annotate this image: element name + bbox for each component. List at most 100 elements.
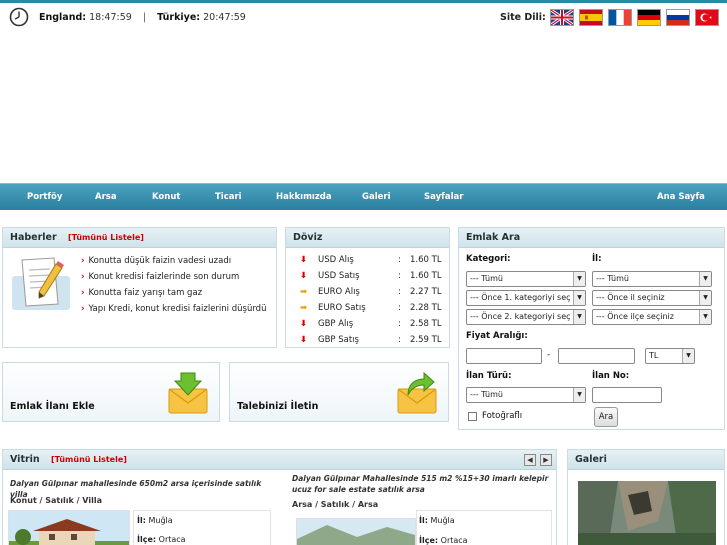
category-select-value: --- Tümü (470, 274, 503, 283)
turkey-flag-icon[interactable] (695, 9, 719, 26)
nav-hakkimizda[interactable]: Hakkımızda (276, 192, 332, 202)
city-select[interactable]: --- Tümü ▼ (592, 271, 712, 287)
currency-value: 2.58 TL (410, 319, 442, 329)
news-header: Haberler [Tümünü Listele] (3, 228, 276, 248)
uk-flag-icon[interactable] (550, 9, 574, 26)
germany-flag-icon[interactable] (637, 9, 661, 26)
send-request-title: Talebinizi İletin (237, 401, 319, 412)
with-photo-label: Fotoğraflı (482, 411, 523, 421)
district-field-value: Ortaca (158, 535, 186, 544)
city-label: İl: (592, 254, 602, 264)
nav-portfoy[interactable]: Portföy (27, 192, 62, 202)
subcategory1-select[interactable]: --- Önce 1. kategoriyi seç ▼ (466, 290, 586, 306)
showcase-header: Vitrin [Tümünü Listele] (3, 450, 556, 470)
france-flag-icon[interactable] (608, 9, 632, 26)
currency-name: EURO Alış (318, 287, 360, 297)
price-range-dash: - (547, 350, 551, 360)
currency-row: ⬇ USD Alış:1.60 TL (286, 252, 476, 268)
showcase-list-all-link[interactable]: [Tümünü Listele] (51, 455, 127, 464)
news-item[interactable]: Konutta faiz yarışı tam gaz (81, 285, 266, 301)
showcase-item-city: İl: Muğla (419, 516, 455, 525)
currency-value: 1.60 TL (410, 271, 442, 281)
nav-sayfalar[interactable]: Sayfalar (424, 192, 463, 202)
nav-galeri[interactable]: Galeri (362, 192, 391, 202)
news-item[interactable]: Konutta düşük faizin vadesi uzadı (81, 253, 266, 269)
currency-value: 2.28 TL (410, 303, 442, 313)
news-title: Haberler (10, 232, 57, 243)
chevron-down-icon: ▼ (699, 310, 711, 324)
showcase-item-category: Arsa / Satılık / Arsa (292, 500, 379, 509)
prev-arrow-icon[interactable]: ◀ (524, 454, 536, 466)
currency-row: ⬇ USD Satış:1.60 TL (286, 268, 476, 284)
nav-arsa[interactable]: Arsa (95, 192, 117, 202)
arrow-right-icon: ➡ (300, 303, 308, 313)
currency-name: GBP Alış (318, 319, 354, 329)
currency-name: GBP Satış (318, 335, 359, 345)
news-item[interactable]: Konut kredisi faizlerinde son durum (81, 269, 266, 285)
currency-value: 2.59 TL (410, 335, 442, 345)
currency-select-value: TL (649, 351, 659, 360)
district-field-value: Ortaca (440, 536, 468, 545)
news-list: Konutta düşük faizin vadesi uzadı Konut … (81, 253, 267, 317)
currency-row: ➡ EURO Alış:2.27 TL (286, 284, 476, 300)
listing-no-input[interactable] (592, 387, 662, 403)
with-photo-checkbox[interactable] (468, 412, 477, 421)
news-item[interactable]: Yapı Kredi, konut kredisi faizlerini düş… (81, 301, 267, 317)
russia-flag-icon[interactable] (666, 9, 690, 26)
price-max-input[interactable] (558, 348, 635, 364)
showcase-item-district: İlçe: Ortaca (137, 535, 186, 544)
currency-name: USD Satış (318, 271, 360, 281)
chevron-down-icon: ▼ (573, 291, 585, 305)
price-min-input[interactable] (466, 348, 542, 364)
nav-ticari[interactable]: Ticari (215, 192, 242, 202)
neighborhood-select[interactable]: --- Önce ilçe seçiniz ▼ (592, 309, 712, 325)
showcase-item-photo[interactable] (8, 510, 130, 545)
language-flags (550, 9, 719, 26)
envelope-send-icon (397, 371, 437, 414)
time-separator: | (142, 12, 147, 23)
currency-colon: : (398, 287, 401, 297)
arrow-down-icon: ⬇ (300, 271, 308, 281)
document-pencil-icon (12, 257, 70, 310)
currency-select[interactable]: TL ▼ (645, 348, 695, 364)
city-field-value: Muğla (430, 516, 455, 525)
showcase-item-title[interactable]: Dalyan Gülpınar Mahallesinde 515 m2 %15+… (292, 473, 554, 495)
category-select[interactable]: --- Tümü ▼ (466, 271, 586, 287)
showcase-item-photo[interactable] (296, 518, 416, 545)
gallery-photo[interactable] (578, 481, 716, 545)
gallery-box: Galeri (567, 449, 725, 545)
gallery-header: Galeri (568, 450, 724, 470)
chevron-down-icon: ▼ (682, 349, 694, 363)
showcase-item-district: İlçe: Ortaca (419, 536, 468, 545)
chevron-down-icon: ▼ (699, 272, 711, 286)
nav-konut[interactable]: Konut (152, 192, 180, 202)
listing-no-label: İlan No: (592, 371, 630, 381)
add-listing-box[interactable]: Emlak İlanı Ekle (2, 362, 220, 422)
currency-value: 1.60 TL (410, 255, 442, 265)
main-nav: Portföy Arsa Konut Ticari Hakkımızda Gal… (0, 183, 727, 210)
city-field-label: İl: (419, 516, 428, 525)
envelope-download-icon (168, 372, 208, 414)
listing-type-select[interactable]: --- Tümü ▼ (466, 387, 586, 403)
listing-type-select-value: --- Tümü (470, 390, 503, 399)
nav-home[interactable]: Ana Sayfa (657, 192, 705, 202)
spain-flag-icon[interactable] (579, 9, 603, 26)
district-select-value: --- Önce il seçiniz (596, 293, 665, 302)
next-arrow-icon[interactable]: ▶ (540, 454, 552, 466)
turkiye-label: Türkiye: (157, 12, 201, 23)
subcategory2-select[interactable]: --- Önce 2. kategoriyi seç ▼ (466, 309, 586, 325)
gallery-title: Galeri (575, 454, 607, 465)
search-button[interactable]: Ara (594, 407, 618, 427)
chevron-down-icon: ▼ (573, 388, 585, 402)
england-label: England: (39, 12, 87, 23)
send-request-box[interactable]: Talebinizi İletin (229, 362, 449, 422)
chevron-down-icon: ▼ (699, 291, 711, 305)
news-list-all-link[interactable]: [Tümünü Listele] (68, 233, 144, 242)
currency-header: Döviz (286, 228, 449, 248)
price-range-label: Fiyat Aralığı: (466, 331, 528, 341)
currency-value: 2.27 TL (410, 287, 442, 297)
city-select-value: --- Tümü (596, 274, 629, 283)
city-field-value: Muğla (148, 516, 173, 525)
world-clock: England: 18:47:59 | Türkiye: 20:47:59 (39, 12, 246, 23)
district-select[interactable]: --- Önce il seçiniz ▼ (592, 290, 712, 306)
